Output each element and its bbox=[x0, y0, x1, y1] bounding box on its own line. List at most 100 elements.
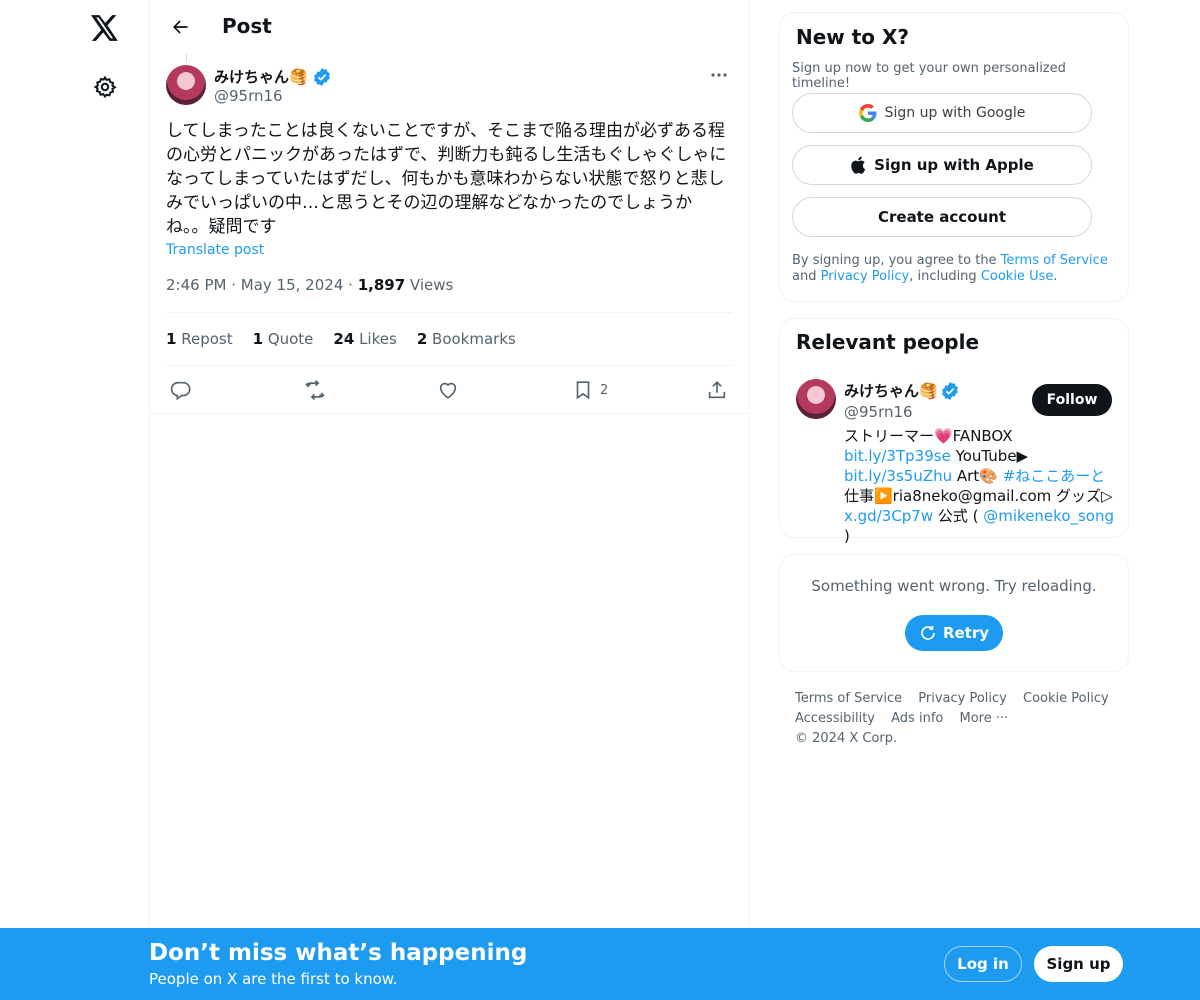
signup-card-subtitle: Sign up now to get your own personalized… bbox=[792, 61, 1066, 91]
bookmarks-count: 2 bbox=[416, 330, 428, 348]
footer-copyright: © 2024 X Corp. bbox=[795, 731, 898, 746]
footer-terms-link[interactable]: Terms of Service bbox=[795, 691, 902, 706]
author-name-text: みけちゃん🥞 bbox=[214, 68, 308, 86]
quotes-count: 1 bbox=[252, 330, 264, 348]
signup-google-label: Sign up with Google bbox=[884, 105, 1026, 121]
author-name[interactable]: みけちゃん🥞 bbox=[214, 66, 331, 87]
signup-card: New to X? Sign up now to get your own pe… bbox=[779, 12, 1129, 302]
bio-mention[interactable]: @mikeneko_song bbox=[983, 507, 1114, 525]
footer-more-link[interactable]: More ··· bbox=[959, 711, 1008, 726]
login-banner: Don’t miss what’s happening People on X … bbox=[0, 928, 1200, 1000]
share-button[interactable] bbox=[706, 376, 728, 404]
footer-accessibility-link[interactable]: Accessibility bbox=[795, 711, 875, 726]
settings-gear-icon[interactable] bbox=[85, 67, 125, 107]
footer-cookie-link[interactable]: Cookie Policy bbox=[1023, 691, 1109, 706]
views-label: Views bbox=[409, 276, 454, 294]
bookmark-button[interactable]: 2 bbox=[572, 376, 608, 404]
bio-text: Art🎨 bbox=[952, 467, 998, 485]
more-options-icon[interactable] bbox=[702, 64, 736, 86]
thread-line bbox=[186, 54, 187, 62]
follow-button[interactable]: Follow bbox=[1032, 384, 1112, 416]
divider bbox=[166, 365, 732, 366]
meta-separator: · bbox=[348, 276, 358, 294]
person-handle[interactable]: @95rn16 bbox=[844, 403, 913, 421]
main-column: Post みけちゃん🥞 @95rn16 してしまったことは良くないことですが、そ… bbox=[149, 0, 749, 1000]
refresh-icon bbox=[921, 625, 935, 640]
author-handle[interactable]: @95rn16 bbox=[214, 87, 283, 105]
quotes-label: Quote bbox=[267, 330, 314, 348]
signup-google-button[interactable]: Sign up with Google bbox=[792, 93, 1092, 133]
likes-stat[interactable]: 24 Likes bbox=[333, 330, 396, 348]
post-actions: 2 bbox=[166, 376, 732, 404]
post-date[interactable]: May 15, 2024 bbox=[241, 276, 344, 294]
page-title: Post bbox=[222, 14, 272, 38]
avatar[interactable] bbox=[796, 379, 836, 419]
apple-logo-icon bbox=[851, 156, 866, 174]
reposts-count: 1 bbox=[166, 330, 177, 348]
error-message: Something went wrong. Try reloading. bbox=[811, 577, 1097, 595]
relevant-people-title: Relevant people bbox=[796, 330, 980, 354]
divider bbox=[150, 413, 748, 414]
repost-icon bbox=[305, 380, 325, 400]
terms-and: and bbox=[792, 269, 821, 284]
bookmarks-label: Bookmarks bbox=[432, 330, 516, 348]
signup-apple-label: Sign up with Apple bbox=[874, 156, 1034, 174]
views-count: 1,897 bbox=[357, 276, 406, 294]
bio-link[interactable]: x.gd/3Cp7w bbox=[844, 507, 933, 525]
error-card: Something went wrong. Try reloading. Ret… bbox=[779, 554, 1129, 672]
post-meta: 2:46 PM · May 15, 2024 · 1,897 Views bbox=[166, 276, 453, 294]
bio-text: 仕事▶️ria8neko@gmail.com グッズ▷ bbox=[844, 487, 1113, 505]
post-author: みけちゃん🥞 @95rn16 bbox=[166, 64, 736, 108]
footer-privacy-link[interactable]: Privacy Policy bbox=[918, 691, 1007, 706]
footer-ads-link[interactable]: Ads info bbox=[891, 711, 943, 726]
bio-hashtag[interactable]: #ねここあーと bbox=[1003, 467, 1106, 485]
terms-prefix: By signing up, you agree to the bbox=[792, 253, 1001, 268]
signup-button[interactable]: Sign up bbox=[1034, 946, 1123, 982]
google-logo-icon bbox=[858, 104, 877, 122]
terms-including: , including bbox=[909, 269, 981, 284]
reposts-label: Repost bbox=[181, 330, 233, 348]
likes-label: Likes bbox=[359, 330, 397, 348]
banner-subtitle: People on X are the first to know. bbox=[149, 970, 398, 988]
person-name-text: みけちゃん🥞 bbox=[844, 382, 938, 400]
retry-button[interactable]: Retry bbox=[905, 615, 1003, 651]
privacy-policy-link[interactable]: Privacy Policy bbox=[821, 269, 910, 284]
reposts-stat[interactable]: 1 Repost bbox=[166, 330, 233, 348]
divider bbox=[166, 312, 732, 313]
post-stats: 1 Repost 1 Quote 24 Likes 2 Bookmarks bbox=[166, 330, 516, 348]
verified-badge-icon bbox=[313, 67, 331, 86]
post-time[interactable]: 2:46 PM bbox=[166, 276, 226, 294]
login-button[interactable]: Log in bbox=[944, 946, 1022, 982]
relevant-people-card: Relevant people みけちゃん🥞 @95rn16 Follow スト… bbox=[779, 318, 1129, 545]
repost-button[interactable] bbox=[303, 376, 327, 404]
back-arrow-icon[interactable] bbox=[162, 9, 198, 45]
share-icon bbox=[708, 381, 726, 399]
post-text: してしまったことは良くないことですが、そこまで陥る理由が必ずある程 の心労とパニ… bbox=[166, 121, 727, 237]
create-account-button[interactable]: Create account bbox=[792, 197, 1092, 237]
bio-link[interactable]: bit.ly/3s5uZhu bbox=[844, 467, 952, 485]
like-button[interactable] bbox=[437, 376, 459, 404]
terms-of-service-link[interactable]: Terms of Service bbox=[1001, 253, 1108, 268]
verified-badge-icon bbox=[941, 381, 959, 400]
signup-apple-button[interactable]: Sign up with Apple bbox=[792, 145, 1092, 185]
bio-link[interactable]: bit.ly/3Tp39se bbox=[844, 447, 951, 465]
person-name[interactable]: みけちゃん🥞 bbox=[844, 380, 959, 401]
likes-count: 24 bbox=[333, 330, 355, 348]
x-logo-icon[interactable] bbox=[85, 8, 125, 48]
left-nav bbox=[0, 0, 150, 1000]
bio-text: ) bbox=[844, 527, 850, 545]
bookmarks-stat[interactable]: 2 Bookmarks bbox=[417, 330, 516, 348]
bio-text: ストリーマー💗FANBOX bbox=[844, 427, 1013, 445]
quotes-stat[interactable]: 1 Quote bbox=[253, 330, 314, 348]
bio-text: YouTube▶ bbox=[950, 447, 1029, 465]
bookmark-icon bbox=[576, 381, 590, 400]
reply-button[interactable] bbox=[170, 376, 192, 404]
bio-text: 公式 ( bbox=[933, 507, 984, 525]
signup-terms: By signing up, you agree to the Terms of… bbox=[792, 253, 1122, 285]
retry-label: Retry bbox=[942, 624, 990, 642]
cookie-use-link[interactable]: Cookie Use bbox=[981, 269, 1054, 284]
top-bar: Post bbox=[150, 0, 748, 54]
bookmark-action-count: 2 bbox=[600, 382, 609, 398]
translate-post-link[interactable]: Translate post bbox=[166, 242, 264, 258]
avatar[interactable] bbox=[166, 65, 206, 105]
